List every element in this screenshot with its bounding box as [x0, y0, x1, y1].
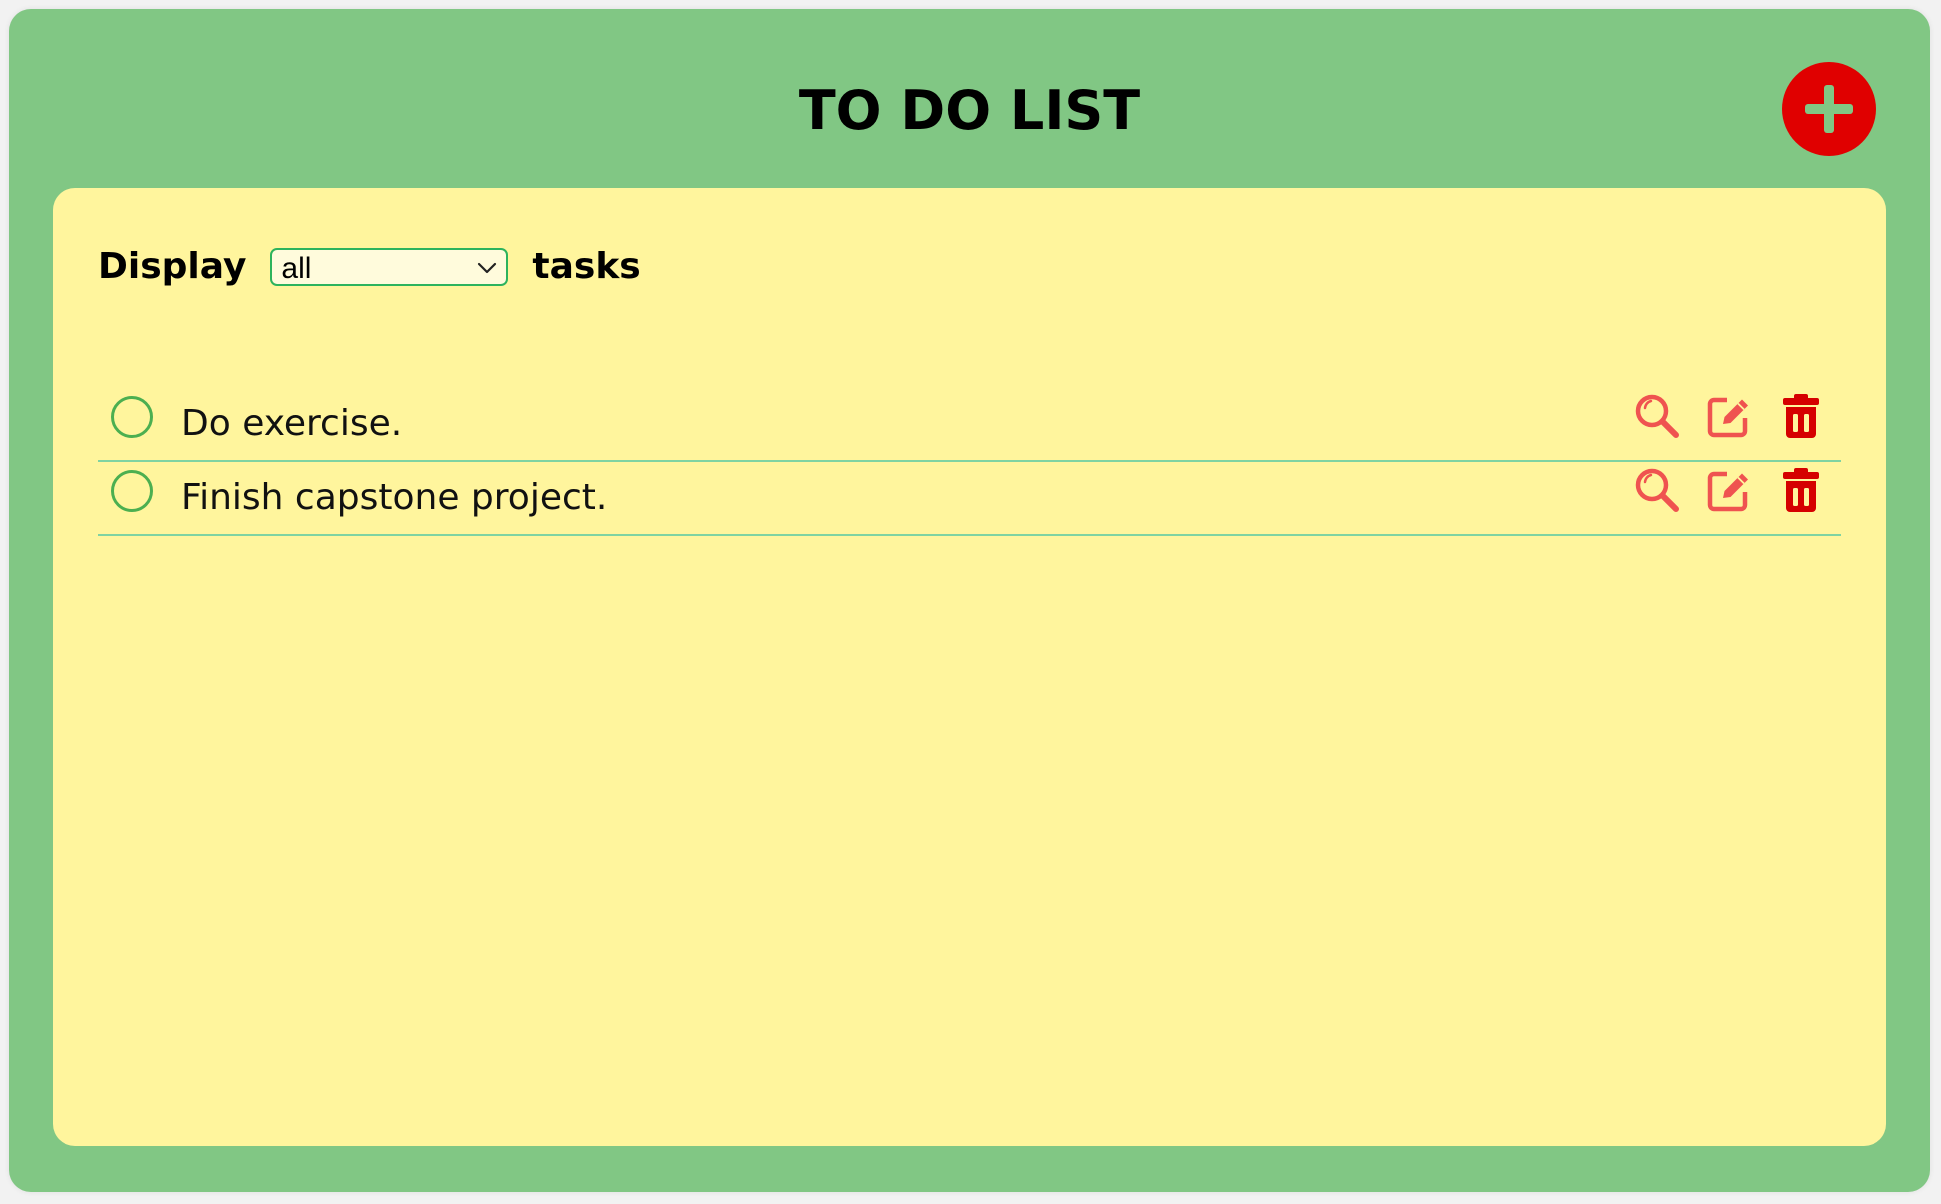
task-text: Finish capstone project.: [181, 477, 608, 518]
edit-icon[interactable]: [1705, 466, 1753, 514]
filter-select-value: all: [281, 252, 312, 285]
plus-icon: [1805, 85, 1853, 133]
task-list: Do exercise. Finish capstone project.: [98, 388, 1841, 536]
task-complete-checkbox[interactable]: [111, 470, 153, 512]
filter-label-suffix: tasks: [532, 246, 641, 287]
task-panel: Display all tasks Do exercise. Finish ca…: [53, 188, 1886, 1146]
chevron-down-icon: [478, 262, 497, 274]
search-icon[interactable]: [1633, 392, 1681, 440]
filter-select[interactable]: all: [270, 248, 509, 286]
task-actions: [1609, 392, 1825, 440]
app-container: TO DO LIST Display all tasks Do exercise…: [9, 9, 1930, 1192]
task-complete-checkbox[interactable]: [111, 396, 153, 438]
filter-label-prefix: Display: [98, 246, 247, 287]
task-text: Do exercise.: [181, 403, 403, 444]
task-item: Do exercise.: [98, 388, 1841, 462]
add-task-button[interactable]: [1782, 62, 1876, 156]
trash-icon[interactable]: [1777, 392, 1825, 440]
task-item: Finish capstone project.: [98, 462, 1841, 536]
filter-row: Display all tasks: [98, 242, 641, 292]
task-actions: [1609, 466, 1825, 514]
search-icon[interactable]: [1633, 466, 1681, 514]
edit-icon[interactable]: [1705, 392, 1753, 440]
trash-icon[interactable]: [1777, 466, 1825, 514]
page-title: TO DO LIST: [798, 79, 1141, 142]
